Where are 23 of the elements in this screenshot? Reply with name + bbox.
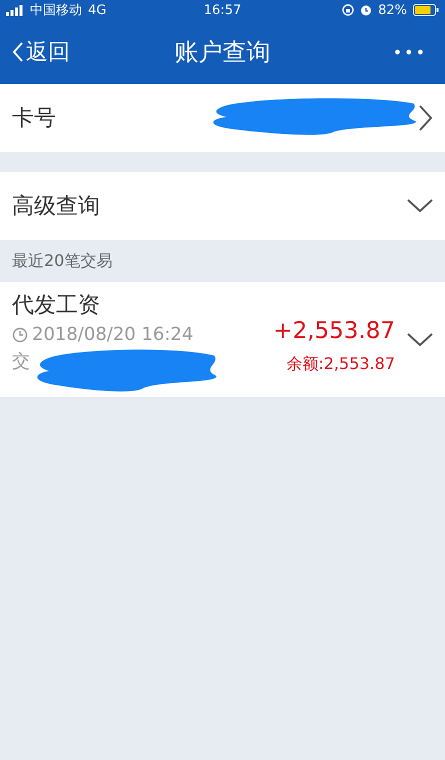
chevron-right-icon[interactable] [419, 105, 433, 131]
back-button[interactable]: 返回 [12, 37, 70, 67]
more-button[interactable]: ••• [386, 42, 433, 62]
back-chevron-icon [12, 41, 24, 63]
network-type: 4G [88, 2, 106, 18]
carrier-name: 中国移动 [30, 2, 82, 19]
status-time: 16:57 [204, 2, 242, 18]
alarm-icon [360, 4, 372, 16]
advanced-query-label[interactable]: 高级查询 [12, 191, 100, 221]
rotation-lock-icon [342, 4, 354, 16]
transaction-amount: +2,553.87 [273, 318, 395, 344]
signal-icon [6, 4, 24, 16]
clock-icon [12, 326, 28, 342]
battery-icon [413, 4, 439, 16]
section-title: 最近20笔交易 [12, 250, 112, 272]
page-title: 账户查询 [174, 38, 270, 66]
card-number-label: 卡号 [12, 105, 56, 133]
transaction-title: 代发工资 [12, 292, 101, 320]
transaction-card[interactable]: 代发工资 2018/08/20 16:24 交 +2,553.87 余额:2,553.87 [0, 282, 445, 397]
transaction-datetime: 2018/08/20 16:24 [32, 324, 194, 345]
balance-amount: 余额:2,553.87 [286, 354, 395, 375]
battery-percent: 82% [378, 2, 407, 18]
transaction-detail: 交 [12, 350, 31, 373]
